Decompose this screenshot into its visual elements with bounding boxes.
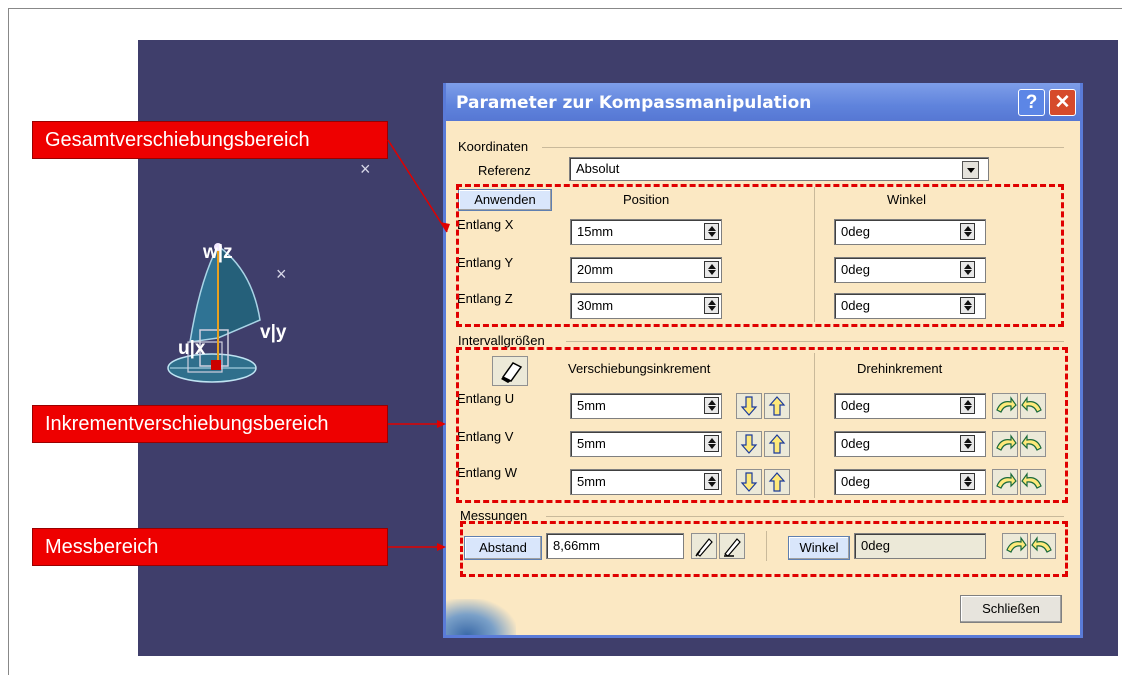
callout-pointers [387, 139, 450, 551]
